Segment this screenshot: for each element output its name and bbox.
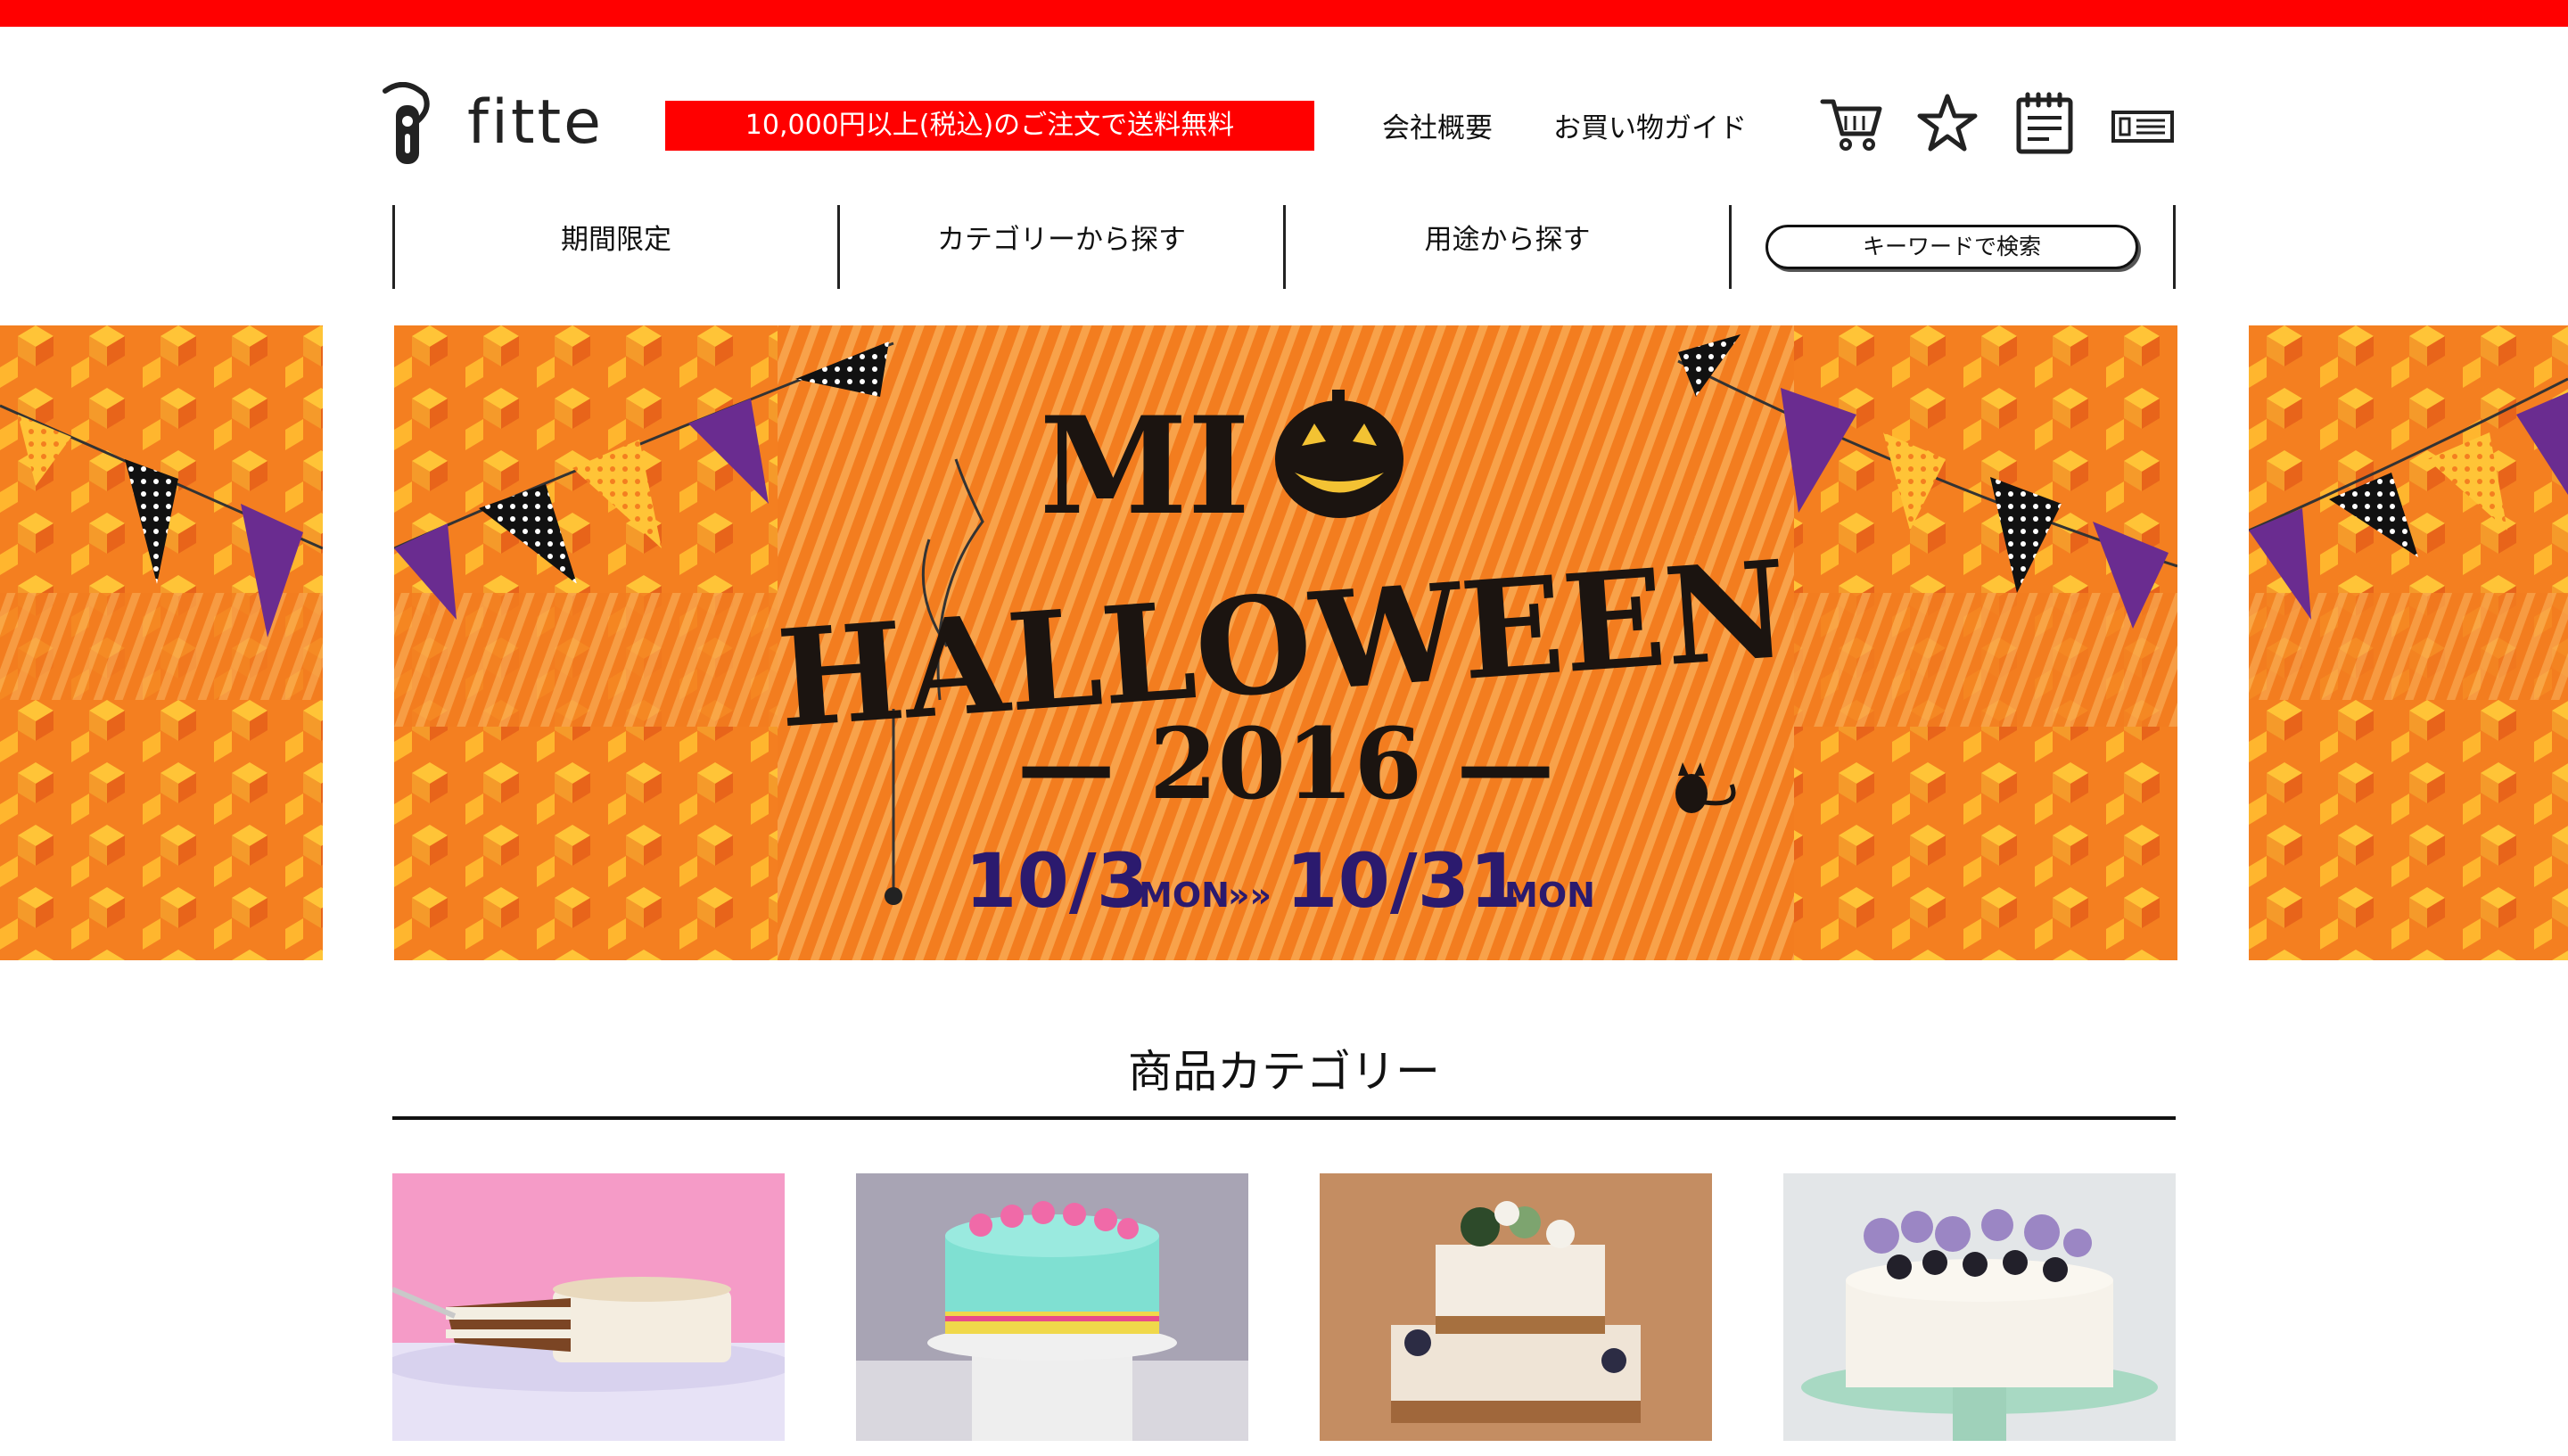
free-shipping-banner: 10,000円以上(税込)のご注文で送料無料: [665, 101, 1314, 151]
category-card-carrot-cake[interactable]: [392, 1173, 785, 1441]
keyword-search-button[interactable]: キーワードで検索: [1766, 225, 2138, 269]
carrot-cake-image: [392, 1173, 785, 1441]
site-logo[interactable]: fitte: [369, 82, 601, 171]
earpiece-logo-icon: [383, 82, 430, 164]
section-divider: [392, 1116, 2176, 1120]
category-card-mint-cake[interactable]: [856, 1173, 1248, 1441]
hero-line1: MI: [1040, 388, 1250, 545]
carousel-next-slide[interactable]: [2249, 325, 2568, 960]
cart-icon[interactable]: [1819, 91, 1883, 155]
category-card-berry-cake[interactable]: [1783, 1173, 2176, 1441]
top-red-bar: [0, 0, 2568, 27]
hero-banner-halloween[interactable]: MI HALLOWEEN — 2016 — 10/3 MON »» 10/31 …: [394, 325, 2177, 960]
naked-cake-image: [1320, 1173, 1712, 1441]
hero-start-date: 10/3: [965, 837, 1148, 925]
halloween-banner-art: MI HALLOWEEN — 2016 — 10/3 MON »» 10/31 …: [394, 325, 2177, 960]
product-category-title: 商品カテゴリー: [1128, 1046, 1440, 1098]
hero-start-day: MON: [1139, 876, 1230, 915]
nav-item-limited-time[interactable]: 期間限定: [395, 205, 837, 289]
shopping-guide-link[interactable]: お買い物ガイド: [1553, 105, 1747, 145]
company-info-link[interactable]: 会社概要: [1382, 105, 1493, 145]
id-card-icon[interactable]: [2111, 91, 2176, 155]
logo-text: fitte: [467, 87, 604, 158]
favorite-star-icon[interactable]: [1915, 91, 1980, 155]
hero-year: — 2016 —: [1017, 706, 1555, 821]
nav-item-by-category[interactable]: カテゴリーから探す: [840, 205, 1283, 289]
hero-arrow: »»: [1228, 876, 1272, 915]
nav-item-by-purpose[interactable]: 用途から探す: [1286, 205, 1729, 289]
berry-cake-image: [1783, 1173, 2176, 1441]
category-card-naked-cake[interactable]: [1320, 1173, 1712, 1441]
carousel-prev-slide[interactable]: [0, 325, 323, 960]
hero-end-day: MON: [1504, 876, 1595, 915]
nav-divider: [2173, 205, 2176, 289]
hero-end-date: 10/31: [1286, 837, 1521, 925]
mint-cake-image: [856, 1173, 1248, 1441]
nav-divider: [1729, 205, 1732, 289]
notepad-icon[interactable]: [2013, 91, 2078, 155]
